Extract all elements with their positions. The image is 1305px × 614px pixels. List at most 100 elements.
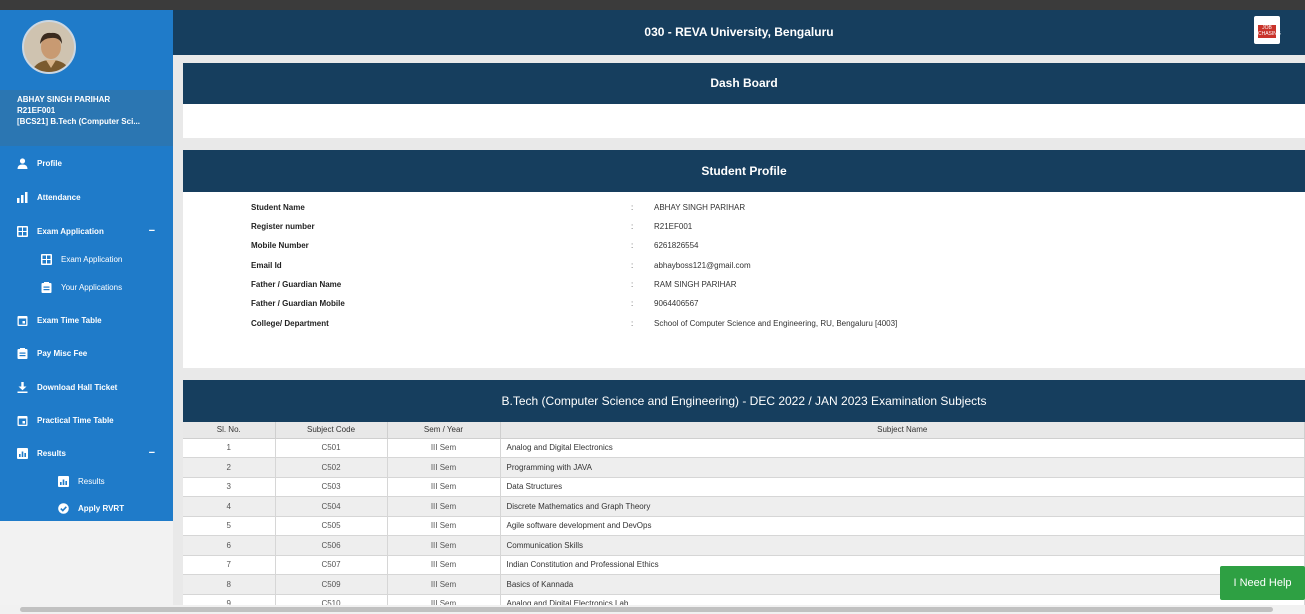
sidebar-item-label: Results xyxy=(78,476,105,486)
sidebar: ABHAY SINGH PARIHAR R21EF001 [BCS21] B.T… xyxy=(0,10,173,521)
profile-label: Email Id xyxy=(251,261,282,270)
cell-sem-year: III Sem xyxy=(387,535,501,556)
person-icon xyxy=(16,157,28,169)
calendar-icon xyxy=(16,314,28,326)
cell-subject-name: Indian Constitution and Professional Eth… xyxy=(500,555,1305,575)
column-header-sem-year[interactable]: Sem / Year xyxy=(387,422,501,439)
cell-subject-code: C504 xyxy=(275,496,388,517)
sidebar-item-label: Profile xyxy=(37,158,62,168)
shield-check-icon xyxy=(57,502,69,514)
table-row: 2 C502 III Sem Programming with JAVA xyxy=(183,457,1305,478)
university-title: 030 - REVA University, Bengaluru xyxy=(644,25,834,39)
student-name: ABHAY SINGH PARIHAR xyxy=(17,95,111,104)
cell-subject-code: C502 xyxy=(275,457,388,478)
cell-subject-code: C510 xyxy=(275,594,388,605)
sidebar-item-pay-misc-fee[interactable]: Pay Misc Fee xyxy=(0,343,173,363)
sidebar-item-exam-time-table[interactable]: Exam Time Table xyxy=(0,310,173,330)
sidebar-item-results-group[interactable]: Results − xyxy=(0,443,173,463)
table-row: 8 C509 III Sem Basics of Kannada xyxy=(183,574,1305,595)
cell-subject-name: Programming with JAVA xyxy=(500,457,1305,478)
profile-separator: : xyxy=(631,222,634,231)
chart-box-icon xyxy=(16,447,28,459)
avatar[interactable] xyxy=(22,20,76,74)
table-row: 7 C507 III Sem Indian Constitution and P… xyxy=(183,555,1305,575)
cell-sem-year: III Sem xyxy=(387,574,501,595)
horizontal-scrollbar[interactable] xyxy=(0,605,1305,614)
table-row: 6 C506 III Sem Communication Skills xyxy=(183,535,1305,556)
cell-subject-name: Agile software development and DevOps xyxy=(500,516,1305,536)
cell-sl-no: 1 xyxy=(183,438,276,458)
cell-sl-no: 6 xyxy=(183,535,276,556)
student-id: R21EF001 xyxy=(17,106,56,115)
profile-row: Father / Guardian Name : RAM SINGH PARIH… xyxy=(251,275,1251,294)
sidebar-subitem-your-applications[interactable]: Your Applications xyxy=(0,277,173,297)
sidebar-item-label: Your Applications xyxy=(61,282,123,292)
profile-label: Father / Guardian Name xyxy=(251,280,342,289)
logout-sign-icon: JOB CHASING xyxy=(1258,25,1281,38)
cell-subject-name: Data Structures xyxy=(500,477,1305,497)
profile-value: RAM SINGH PARIHAR xyxy=(654,280,737,289)
sidebar-item-label: Exam Application xyxy=(37,226,104,236)
cell-sl-no: 9 xyxy=(183,594,276,605)
profile-separator: : xyxy=(631,280,634,289)
profile-value: 9064406567 xyxy=(654,299,699,308)
column-header-sl-no[interactable]: Sl. No. xyxy=(183,422,276,439)
sidebar-item-download-hall-ticket[interactable]: Download Hall Ticket xyxy=(0,377,173,397)
cell-subject-code: C503 xyxy=(275,477,388,497)
table-row: 1 C501 III Sem Analog and Digital Electr… xyxy=(183,438,1305,458)
sidebar-item-attendance[interactable]: Attendance xyxy=(0,187,173,207)
cell-sem-year: III Sem xyxy=(387,496,501,517)
chart-box-icon xyxy=(57,475,69,487)
calendar-icon xyxy=(16,414,28,426)
profile-row: College/ Department : School of Computer… xyxy=(251,314,1251,333)
profile-value: 6261826554 xyxy=(654,241,699,250)
cell-sem-year: III Sem xyxy=(387,555,501,575)
profile-label: Father / Guardian Mobile xyxy=(251,299,345,308)
collapse-icon[interactable]: − xyxy=(149,447,155,459)
help-button[interactable]: I Need Help xyxy=(1220,566,1305,600)
sidebar-item-label: Practical Time Table xyxy=(37,415,114,425)
cell-subject-code: C509 xyxy=(275,574,388,595)
subjects-table: Sl. No. Subject Code Sem / Year Subject … xyxy=(183,422,1305,605)
top-header: 030 - REVA University, Bengaluru JOB CHA… xyxy=(173,10,1305,55)
cell-subject-code: C507 xyxy=(275,555,388,575)
column-header-subject-name[interactable]: Subject Name xyxy=(500,422,1305,439)
cell-sem-year: III Sem xyxy=(387,516,501,536)
cell-sl-no: 8 xyxy=(183,574,276,595)
sidebar-item-profile[interactable]: Profile xyxy=(0,153,173,173)
sidebar-subitem-apply-rvrt[interactable]: Apply RVRT xyxy=(0,498,173,518)
cell-sem-year: III Sem xyxy=(387,594,501,605)
profile-title: Student Profile xyxy=(183,150,1305,192)
table-row: 3 C503 III Sem Data Structures xyxy=(183,477,1305,497)
profile-separator: : xyxy=(631,241,634,250)
clipboard-icon xyxy=(40,281,52,293)
profile-separator: : xyxy=(631,319,634,328)
sidebar-item-exam-application-group[interactable]: Exam Application − xyxy=(0,221,173,241)
profile-value: School of Computer Science and Engineeri… xyxy=(654,319,898,328)
table-header-row: Sl. No. Subject Code Sem / Year Subject … xyxy=(183,422,1305,439)
logout-button[interactable]: JOB CHASING xyxy=(1254,16,1281,44)
column-header-subject-code[interactable]: Subject Code xyxy=(275,422,388,439)
profile-value: ABHAY SINGH PARIHAR xyxy=(654,203,746,212)
profile-separator: : xyxy=(631,299,634,308)
profile-label: Register number xyxy=(251,222,315,231)
sidebar-item-label: Attendance xyxy=(37,192,81,202)
dashboard-title: Dash Board xyxy=(183,63,1305,104)
profile-label: Student Name xyxy=(251,203,305,212)
sidebar-subitem-exam-application[interactable]: Exam Application xyxy=(0,249,173,269)
sidebar-item-label: Exam Application xyxy=(61,254,123,264)
collapse-icon[interactable]: − xyxy=(149,225,155,237)
sidebar-item-label: Apply RVRT xyxy=(78,503,125,513)
profile-label: Mobile Number xyxy=(251,241,309,250)
profile-row: Father / Guardian Mobile : 9064406567 xyxy=(251,294,1251,313)
cell-subject-name: Analog and Digital Electronics Lab xyxy=(500,594,1305,605)
cell-subject-code: C506 xyxy=(275,535,388,556)
subjects-title: B.Tech (Computer Science and Engineering… xyxy=(183,380,1305,422)
sidebar-item-label: Exam Time Table xyxy=(37,315,102,325)
profile-row: Mobile Number : 6261826554 xyxy=(251,236,1251,255)
scrollbar-thumb[interactable] xyxy=(20,607,1273,612)
sidebar-item-practical-time-table[interactable]: Practical Time Table xyxy=(0,410,173,430)
sidebar-subitem-results[interactable]: Results xyxy=(0,471,173,491)
download-icon xyxy=(16,381,28,393)
examination-subjects-card: B.Tech (Computer Science and Engineering… xyxy=(183,380,1305,605)
